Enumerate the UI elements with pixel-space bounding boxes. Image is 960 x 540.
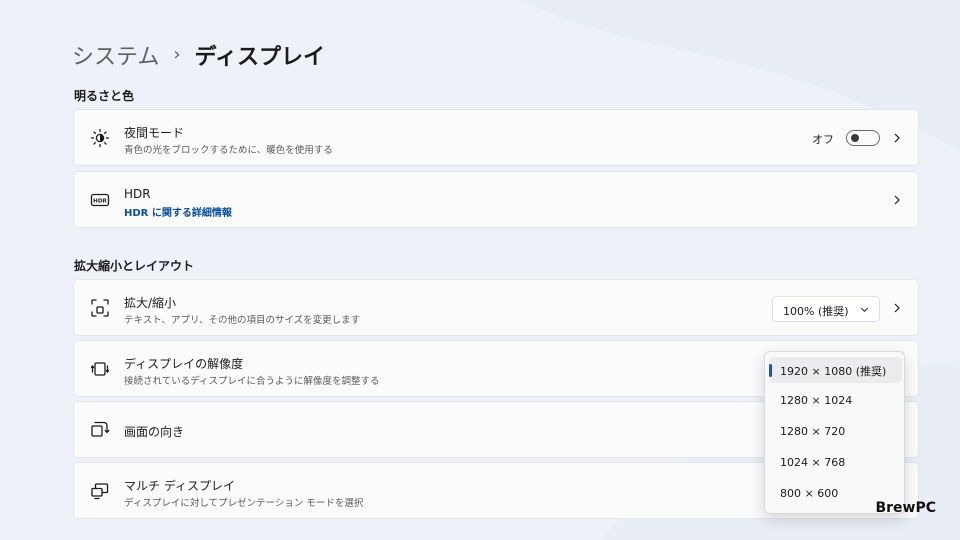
- night-mode-card[interactable]: 夜間モード 青色の光をブロックするために、暖色を使用する オフ: [73, 109, 919, 166]
- resolution-option[interactable]: 1920 × 1080 (推奨): [769, 357, 902, 383]
- night-mode-toggle[interactable]: [846, 130, 880, 146]
- brightness-icon: [90, 128, 110, 148]
- night-mode-title: 夜間モード: [124, 126, 185, 140]
- selection-indicator: [769, 364, 772, 377]
- chevron-right-icon[interactable]: [892, 195, 902, 205]
- hdr-icon: HDR: [90, 193, 110, 207]
- multi-display-title: マルチ ディスプレイ: [124, 479, 235, 493]
- breadcrumb-separator: ›: [173, 43, 181, 65]
- breadcrumb-parent[interactable]: システム: [72, 39, 159, 71]
- page-title: ディスプレイ: [194, 45, 326, 70]
- hdr-info-link[interactable]: HDR に関する詳細情報: [124, 204, 232, 219]
- resolution-option[interactable]: 1280 × 1024: [769, 388, 902, 414]
- chevron-right-icon[interactable]: [892, 303, 902, 313]
- orientation-icon: [91, 421, 110, 437]
- scale-subtitle: テキスト、アプリ、その他の項目のサイズを変更します: [124, 315, 361, 326]
- svg-text:HDR: HDR: [93, 199, 107, 205]
- hdr-card[interactable]: HDR HDR HDR に関する詳細情報: [73, 171, 919, 228]
- hdr-title: HDR: [124, 187, 151, 201]
- scale-title: 拡大/縮小: [124, 296, 177, 310]
- resolution-icon: [90, 362, 110, 376]
- orientation-title: 画面の向き: [124, 425, 185, 439]
- toggle-knob: [851, 134, 859, 142]
- multi-display-icon: [91, 483, 109, 500]
- night-mode-subtitle: 青色の光をブロックするために、暖色を使用する: [124, 145, 333, 156]
- scale-combobox[interactable]: 100% (推奨): [772, 296, 880, 322]
- chevron-down-icon: [860, 307, 869, 313]
- section-heading-brightness: 明るさと色: [74, 89, 135, 103]
- breadcrumb: システム › ディスプレイ: [72, 38, 325, 72]
- multi-display-subtitle: ディスプレイに対してプレゼンテーション モードを選択: [124, 498, 364, 509]
- resolution-subtitle: 接続されているディスプレイに合うように解像度を調整する: [124, 376, 380, 387]
- resolution-option[interactable]: 1024 × 768: [769, 450, 902, 476]
- resolution-title: ディスプレイの解像度: [124, 357, 244, 371]
- scale-card[interactable]: 拡大/縮小 テキスト、アプリ、その他の項目のサイズを変更します 100% (推奨…: [73, 279, 919, 336]
- scale-icon: [91, 299, 109, 317]
- section-heading-scale-layout: 拡大縮小とレイアウト: [74, 259, 195, 273]
- resolution-dropdown[interactable]: 1920 × 1080 (推奨) 1280 × 1024 1280 × 720 …: [764, 351, 905, 514]
- watermark-brand: BrewPC: [875, 500, 936, 516]
- resolution-option[interactable]: 1280 × 720: [769, 419, 902, 445]
- scale-value: 100% (推奨): [783, 305, 849, 318]
- chevron-right-icon[interactable]: [892, 133, 902, 143]
- night-mode-toggle-label: オフ: [812, 133, 834, 146]
